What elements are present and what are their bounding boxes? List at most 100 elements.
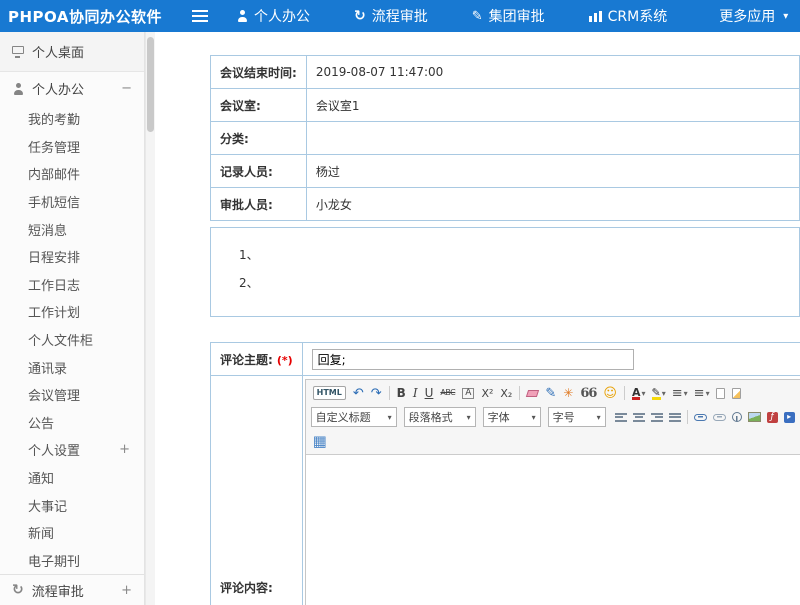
sidebar-group-label: 个人办公: [32, 79, 84, 98]
sidebar-item[interactable]: 公告: [0, 409, 144, 437]
top-nav-label: 集团审批: [489, 6, 545, 26]
required-mark: (*): [277, 354, 293, 367]
html-source-button[interactable]: HTML: [311, 383, 349, 403]
flash-icon[interactable]: ƒ: [765, 407, 780, 427]
editor-content-area[interactable]: [306, 455, 800, 605]
unlink-icon[interactable]: [711, 407, 728, 427]
chevron-down-icon: ▾: [706, 389, 710, 398]
new-page-icon[interactable]: [714, 383, 728, 403]
top-nav-item[interactable]: 集团审批: [472, 6, 553, 26]
meeting-info-table: 会议结束时间: 2019-08-07 11:47:00 会议室: 会议室1 分类…: [210, 55, 800, 221]
nav-icon: [711, 9, 713, 23]
sidebar-item[interactable]: 日程安排: [0, 243, 144, 271]
align-right-icon[interactable]: [649, 407, 665, 427]
top-nav-label: 个人办公: [254, 6, 310, 26]
editor-button-glyph: [732, 412, 742, 422]
top-nav-item[interactable]: 流程审批: [354, 6, 436, 26]
comment-subject-input[interactable]: [312, 349, 634, 370]
top-nav-item[interactable]: 更多应用 ▾: [711, 6, 788, 26]
emoticon-icon[interactable]: ☺: [601, 383, 620, 403]
sidebar-item[interactable]: 电子期刊: [0, 547, 144, 575]
sidebar-item-label: 手机短信: [28, 192, 80, 211]
editor-button-glyph: ƒ: [767, 412, 778, 423]
subscript-icon[interactable]: X₂: [498, 383, 515, 403]
link-icon[interactable]: [692, 407, 709, 427]
auto-typeset-icon[interactable]: ✳: [561, 383, 576, 403]
italic-icon[interactable]: I: [411, 383, 421, 403]
top-nav-item[interactable]: CRM系统: [589, 6, 676, 26]
top-nav: 个人办公 流程审批 集团审批 CRM系统: [236, 6, 788, 26]
comment-content-cell: HTML ↶: [302, 376, 800, 605]
expand-icon[interactable]: +: [121, 583, 132, 598]
char-border-icon[interactable]: A: [460, 383, 477, 403]
comment-form-table: 评论主题:(*) 评论内容:: [210, 342, 800, 605]
sidebar-group-personal-office[interactable]: 个人办公 −: [0, 72, 144, 105]
redo-icon[interactable]: ↷: [369, 383, 385, 403]
collapse-icon[interactable]: −: [121, 81, 132, 96]
app-window: PHPOA协同办公软件 个人办公 流程审批 集团审批: [0, 0, 800, 605]
hamburger-menu-icon[interactable]: [192, 10, 208, 22]
dropdown-label: 段落格式: [409, 409, 453, 425]
expand-icon: +: [119, 442, 130, 457]
form-row: 审批人员: 小龙女: [211, 188, 800, 221]
sidebar-item-label: 会议管理: [28, 385, 80, 404]
align-left-icon[interactable]: [613, 407, 629, 427]
insert-table-icon[interactable]: ▦: [311, 431, 329, 451]
editor-button-glyph: X²: [481, 388, 493, 399]
image-icon[interactable]: [746, 407, 763, 427]
unordered-list-icon[interactable]: ≡ ▾: [692, 383, 712, 403]
strikethrough-icon[interactable]: ABC: [438, 383, 458, 403]
paragraph-format-select[interactable]: 段落格式 ▾: [404, 407, 476, 427]
bold-icon[interactable]: B: [395, 383, 409, 403]
remove-format-icon[interactable]: [525, 383, 541, 403]
align-center-icon[interactable]: [631, 407, 647, 427]
sidebar-item[interactable]: 会议管理: [0, 381, 144, 409]
superscript-icon[interactable]: X²: [479, 383, 496, 403]
top-nav-item[interactable]: 个人办公: [236, 6, 318, 26]
undo-icon[interactable]: ↶: [351, 383, 367, 403]
sidebar-item[interactable]: 通知: [0, 464, 144, 492]
sidebar-item[interactable]: 个人文件柜: [0, 326, 144, 354]
dropdown-label: 字体: [488, 409, 510, 425]
font-family-select[interactable]: 字体 ▾: [483, 407, 541, 427]
form-row-label: 会议结束时间:: [211, 56, 307, 89]
sidebar-item-label: 新闻: [28, 523, 54, 542]
sidebar-item[interactable]: 工作计划: [0, 298, 144, 326]
editor-button-glyph: ✳: [563, 387, 573, 399]
background-color-icon[interactable]: ✎ ▾: [650, 383, 668, 403]
editor-button-glyph: U: [425, 387, 434, 399]
sidebar-item[interactable]: 短消息: [0, 215, 144, 243]
heading-select[interactable]: 自定义标题 ▾: [311, 407, 397, 427]
sidebar-group-flow-approval[interactable]: 流程审批 +: [0, 574, 144, 605]
font-size-select[interactable]: 字号 ▾: [548, 407, 606, 427]
format-painter-icon[interactable]: ✎: [543, 383, 559, 403]
anchor-icon[interactable]: [730, 407, 744, 427]
sidebar-item[interactable]: 任务管理: [0, 133, 144, 161]
sidebar-item-desktop[interactable]: 个人桌面: [0, 32, 144, 72]
underline-icon[interactable]: U: [423, 383, 437, 403]
sidebar-item[interactable]: 新闻: [0, 519, 144, 547]
sidebar-item[interactable]: 通讯录: [0, 353, 144, 381]
sidebar-item-label: 个人设置: [28, 440, 80, 459]
sidebar-item[interactable]: 我的考勤: [0, 105, 144, 133]
sidebar-personal-items: 我的考勤 任务管理 内部邮件 手机短信: [0, 105, 144, 574]
editor-button-glyph: ▸: [784, 412, 795, 423]
sidebar-scrollbar[interactable]: [145, 32, 155, 605]
media-icon[interactable]: ▸: [782, 407, 797, 427]
blockquote-icon[interactable]: 66: [578, 383, 599, 403]
sidebar-item[interactable]: 大事记: [0, 491, 144, 519]
font-color-icon[interactable]: A ▾: [630, 383, 648, 403]
template-icon[interactable]: [730, 383, 744, 403]
editor-button-glyph: I: [413, 387, 418, 399]
sidebar-item-label: 电子期刊: [28, 551, 80, 570]
form-row-value: 2019-08-07 11:47:00: [306, 56, 799, 89]
sidebar-item[interactable]: 个人设置 +: [0, 436, 144, 464]
ordered-list-icon[interactable]: ≡ ▾: [670, 383, 690, 403]
sidebar-item[interactable]: 手机短信: [0, 188, 144, 216]
sidebar-item-label: 个人桌面: [32, 42, 84, 61]
editor-button-glyph: [687, 410, 688, 424]
sidebar-item[interactable]: 内部邮件: [0, 160, 144, 188]
sidebar-item[interactable]: 工作日志: [0, 271, 144, 299]
scrollbar-thumb[interactable]: [147, 37, 154, 132]
align-justify-icon[interactable]: [667, 407, 683, 427]
